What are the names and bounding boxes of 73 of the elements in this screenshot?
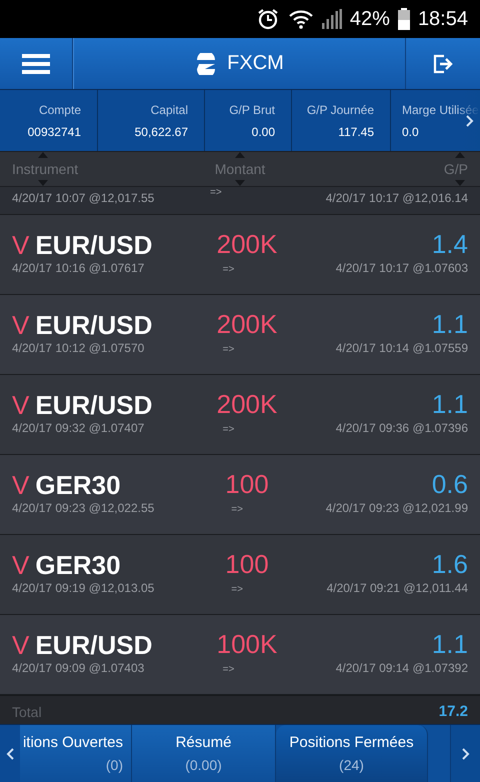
close-time-price: 4/20/17 10:17 @1.07603 (336, 261, 468, 277)
side-label: V (12, 390, 30, 420)
profit-value: 1.4 (432, 229, 468, 261)
summary-label: Compte (38, 102, 81, 116)
side-label: V (12, 230, 30, 260)
amount-value: 200K (216, 229, 278, 261)
instrument-name: EUR/USD (35, 630, 152, 660)
tab[interactable]: Positions Fermées (24) (276, 725, 428, 782)
close-time-price: 4/20/17 09:21 @12,011.44 (326, 581, 468, 597)
summary-value: 50,622.67 (134, 124, 188, 138)
arrow-text: => (222, 264, 234, 274)
open-time-price: 4/20/17 10:07 @12,017.55 (12, 191, 156, 205)
side-label: V (12, 550, 30, 580)
scroll-left-button[interactable] (0, 725, 20, 782)
total-value: 17.2 (438, 703, 468, 720)
summary-label: Capital (150, 102, 188, 116)
signal-icon (322, 9, 342, 29)
open-time-price: 4/20/17 10:12 @1.07570 (12, 341, 146, 357)
tab[interactable]: itions Ouvertes (0) (20, 725, 132, 782)
arrow-text: => (222, 664, 234, 674)
chevron-right-icon (462, 748, 470, 760)
instrument-name: EUR/USD (35, 310, 152, 340)
amount-value: 100K (216, 629, 278, 661)
profit-value: 1.1 (432, 309, 468, 341)
arrow-text: => (231, 584, 243, 594)
arrow-text: => (222, 424, 234, 434)
side-label: V (12, 630, 30, 660)
instrument-name: GER30 (35, 470, 121, 500)
profit-value: 0.6 (432, 469, 468, 501)
arrow-text: => (231, 504, 243, 514)
tab[interactable]: Résumé (0.00) (132, 725, 276, 782)
battery-percent: 42% (350, 8, 390, 30)
instrument-name: GER30 (35, 550, 121, 580)
profit-value: 1.1 (432, 629, 468, 661)
close-time-price: 4/20/17 09:36 @1.07396 (336, 421, 468, 437)
amount-value: 200K (216, 309, 278, 341)
open-time-price: 4/20/17 09:23 @12,022.55 (12, 501, 156, 517)
close-time-price: 4/20/17 09:23 @12,021.99 (326, 501, 468, 517)
amount-value: 100 (225, 469, 269, 501)
open-time-price: 4/20/17 09:32 @1.07407 (12, 421, 146, 437)
summary-value: 00932741 (28, 124, 81, 138)
chevron-left-icon (6, 748, 14, 760)
close-time-price: 4/20/17 09:14 @1.07392 (336, 661, 468, 677)
profit-value: 1.1 (432, 389, 468, 421)
instrument-name: EUR/USD (35, 230, 152, 260)
wifi-icon (288, 9, 314, 29)
logo-icon (195, 52, 218, 74)
summary-label: G/P Journée (306, 102, 374, 116)
scroll-right-button[interactable] (450, 725, 480, 782)
summary-label: G/P Brut (229, 102, 275, 116)
total-label: Total (12, 704, 42, 720)
exit-icon (432, 52, 454, 74)
open-time-price: 4/20/17 09:19 @12,013.05 (12, 581, 156, 597)
open-time-price: 4/20/17 10:16 @1.07617 (12, 261, 146, 277)
amount-value: 100 (225, 549, 269, 581)
clock-time: 18:54 (418, 8, 468, 30)
amount-value: 200K (216, 389, 278, 421)
chevron-right-icon (466, 114, 474, 126)
close-time-price: 4/20/17 10:14 @1.07559 (336, 341, 468, 357)
summary-value: 0.0 (402, 124, 419, 138)
arrow-text: => (222, 344, 234, 354)
open-time-price: 4/20/17 09:09 @1.07403 (12, 661, 146, 677)
summary-value: 0.00 (252, 124, 275, 138)
alarm-icon (256, 7, 280, 31)
arrow-text: => (210, 187, 223, 198)
side-label: V (12, 470, 30, 500)
side-label: V (12, 310, 30, 340)
summary-value: 117.45 (338, 124, 374, 138)
app-title: FXCM (227, 52, 284, 75)
close-time-price: 4/20/17 10:17 @12,016.14 (326, 191, 468, 205)
battery-icon (398, 8, 410, 30)
instrument-name: EUR/USD (35, 390, 152, 420)
profit-value: 1.6 (432, 549, 468, 581)
